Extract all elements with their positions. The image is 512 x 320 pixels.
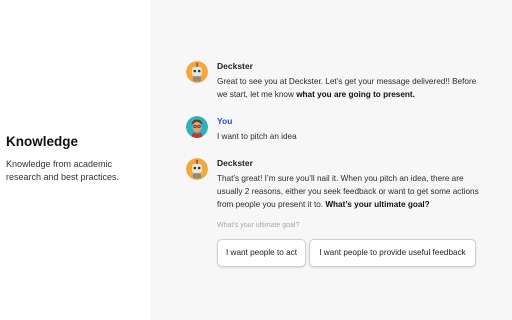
section-description: Knowledge from academic research and bes… (6, 159, 120, 182)
section-title: Knowledge (6, 134, 79, 149)
message-text: Great to see you at Deckster. Let’s get … (217, 75, 487, 101)
user-avatar-icon (186, 116, 208, 138)
choice-button-feedback[interactable]: I want people to provide useful feedback (309, 239, 476, 267)
message-text-bold: what you are going to present. (296, 90, 415, 99)
goal-prompt-placeholder: What’s your ultimate goal? (217, 222, 300, 229)
message-text: That’s great! I’m sure you’ll nail it. W… (217, 172, 487, 211)
sender-name: Deckster (217, 61, 253, 71)
robot-avatar-icon (186, 158, 208, 180)
chat-panel: Deckster Great to see you at Deckster. L… (150, 0, 512, 320)
message-text-bold: What’s your ultimate goal? (325, 200, 430, 209)
message-text: I want to pitch an idea (217, 130, 487, 143)
message-text-plain: I want to pitch an idea (217, 132, 297, 141)
choice-button-act[interactable]: I want people to act (217, 239, 306, 267)
left-panel: Knowledge Knowledge from academic resear… (0, 0, 150, 320)
sender-name: Deckster (217, 158, 253, 168)
robot-avatar-icon (186, 61, 208, 83)
sender-name: You (217, 116, 233, 126)
